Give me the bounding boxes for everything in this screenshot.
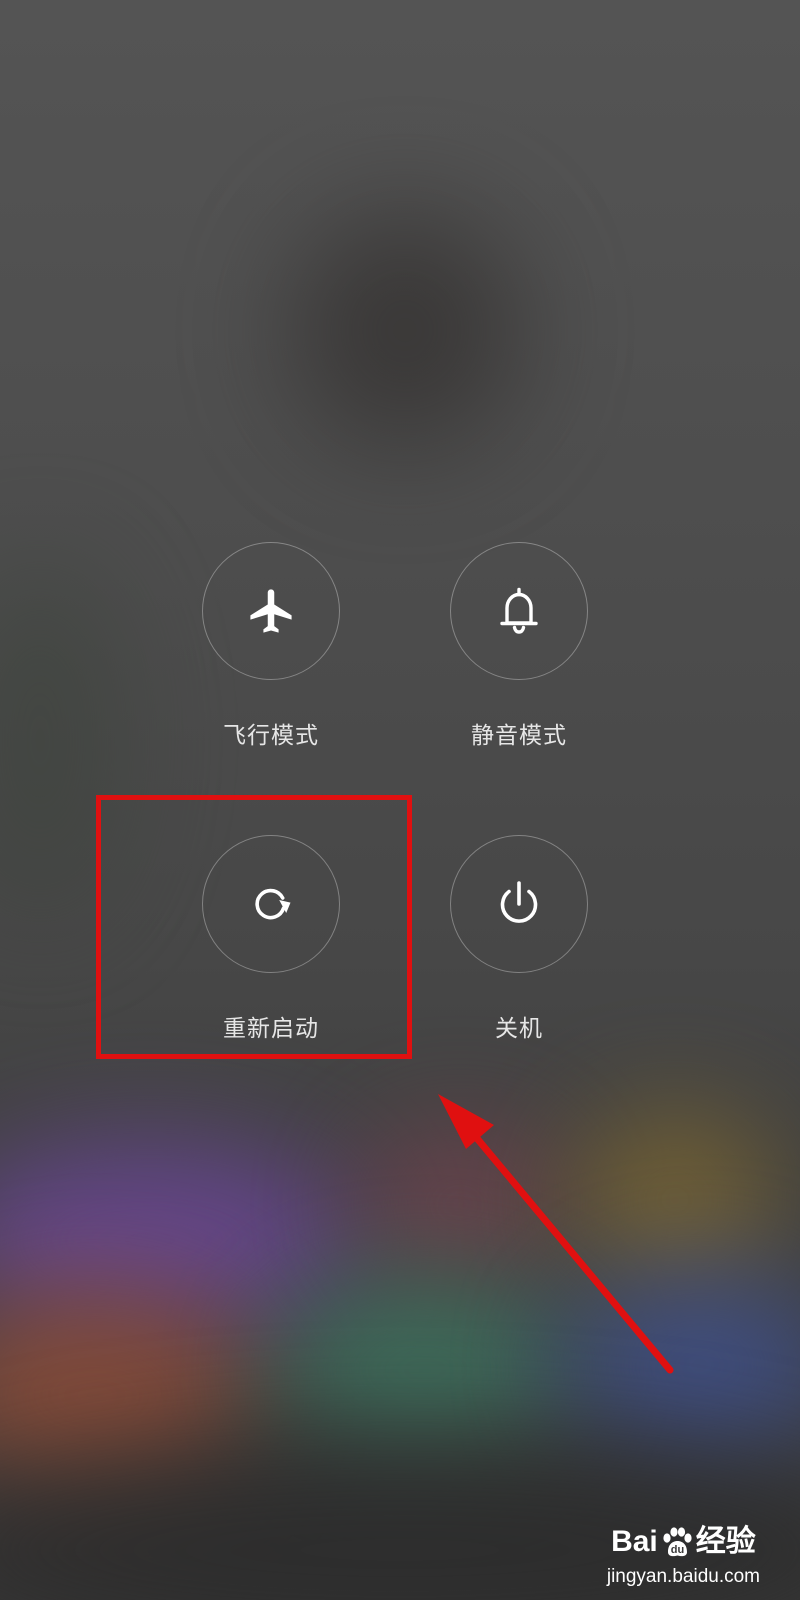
annotation-arrow: [438, 1094, 674, 1374]
baidu-jingyan-watermark: Bai du 经验 jingyan.baidu.com: [607, 1526, 760, 1588]
svg-text:du: du: [671, 1544, 684, 1556]
watermark-brand-prefix: Bai: [611, 1525, 658, 1558]
paw-icon: du: [663, 1527, 692, 1557]
watermark-url: jingyan.baidu.com: [606, 1566, 760, 1587]
watermark-logo: Bai du 经验: [607, 1526, 760, 1558]
power-menu-screen: 飞行模式 静音模式 重新启动 关机 Bai du 经验 jingyan.baid…: [0, 0, 800, 1600]
watermark-brand-suffix: 经验: [695, 1525, 756, 1558]
